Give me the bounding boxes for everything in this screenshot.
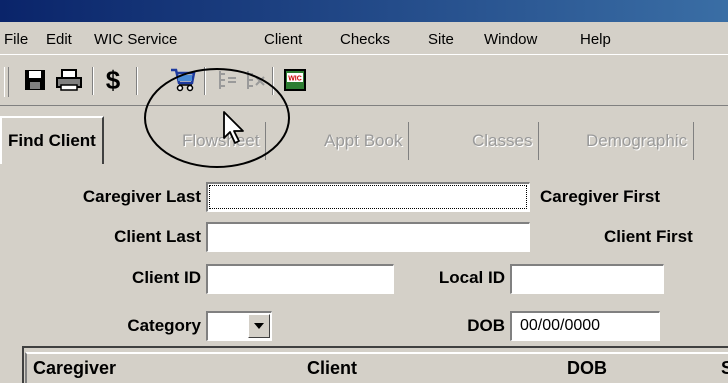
highlight-circle [144, 68, 290, 168]
chevron-down-icon[interactable] [248, 314, 270, 338]
local-id-input[interactable] [510, 264, 664, 294]
menu-file[interactable]: File [4, 31, 28, 48]
dob-input[interactable]: 00/00/0000 [510, 311, 660, 341]
tab-strip: Find Client Flowsheet Appt Book Classes … [0, 108, 728, 164]
category-select[interactable] [206, 311, 272, 341]
client-last-input[interactable] [206, 222, 530, 252]
toolbar-grip[interactable] [4, 67, 9, 97]
local-id-label: Local ID [438, 268, 505, 287]
tab-find-client[interactable]: Find Client [0, 116, 104, 164]
column-s[interactable]: S [721, 358, 728, 379]
save-icon[interactable] [20, 65, 50, 95]
caregiver-first-label: Caregiver First [540, 187, 660, 206]
menu-window[interactable]: Window [484, 31, 537, 48]
client-id-input[interactable] [206, 264, 394, 294]
print-icon[interactable] [54, 65, 84, 95]
toolbar-separator [92, 67, 94, 95]
menu-checks[interactable]: Checks [340, 31, 390, 48]
mouse-cursor-icon [223, 111, 244, 144]
toolbar-separator [136, 67, 138, 95]
title-bar [0, 0, 728, 22]
client-last-label: Client Last [114, 227, 201, 246]
tab-demographic[interactable]: Demographic [580, 122, 695, 160]
toolbar: $ WIC [0, 54, 728, 106]
caregiver-last-input[interactable] [206, 182, 530, 212]
grid-header: Caregiver Client DOB S [25, 352, 728, 383]
menu-bar: File Edit WIC Service Client Checks Site… [0, 22, 728, 54]
menu-site[interactable]: Site [428, 31, 454, 48]
caregiver-last-label: Caregiver Last [82, 187, 201, 206]
client-id-label: Client ID [132, 268, 201, 287]
tab-appt-book[interactable]: Appt Book [318, 122, 410, 160]
menu-wic-service[interactable]: WIC Service [94, 31, 177, 48]
column-caregiver[interactable]: Caregiver [33, 358, 116, 379]
menu-help[interactable]: Help [580, 31, 611, 48]
category-label: Category [127, 316, 201, 335]
dob-label: DOB [467, 316, 505, 335]
column-dob[interactable]: DOB [567, 358, 607, 379]
dollar-icon[interactable]: $ [98, 65, 128, 95]
client-first-label: Client First [604, 227, 693, 246]
column-client[interactable]: Client [307, 358, 357, 379]
menu-client[interactable]: Client [264, 31, 302, 48]
menu-edit[interactable]: Edit [46, 31, 72, 48]
tab-classes[interactable]: Classes [466, 122, 540, 160]
